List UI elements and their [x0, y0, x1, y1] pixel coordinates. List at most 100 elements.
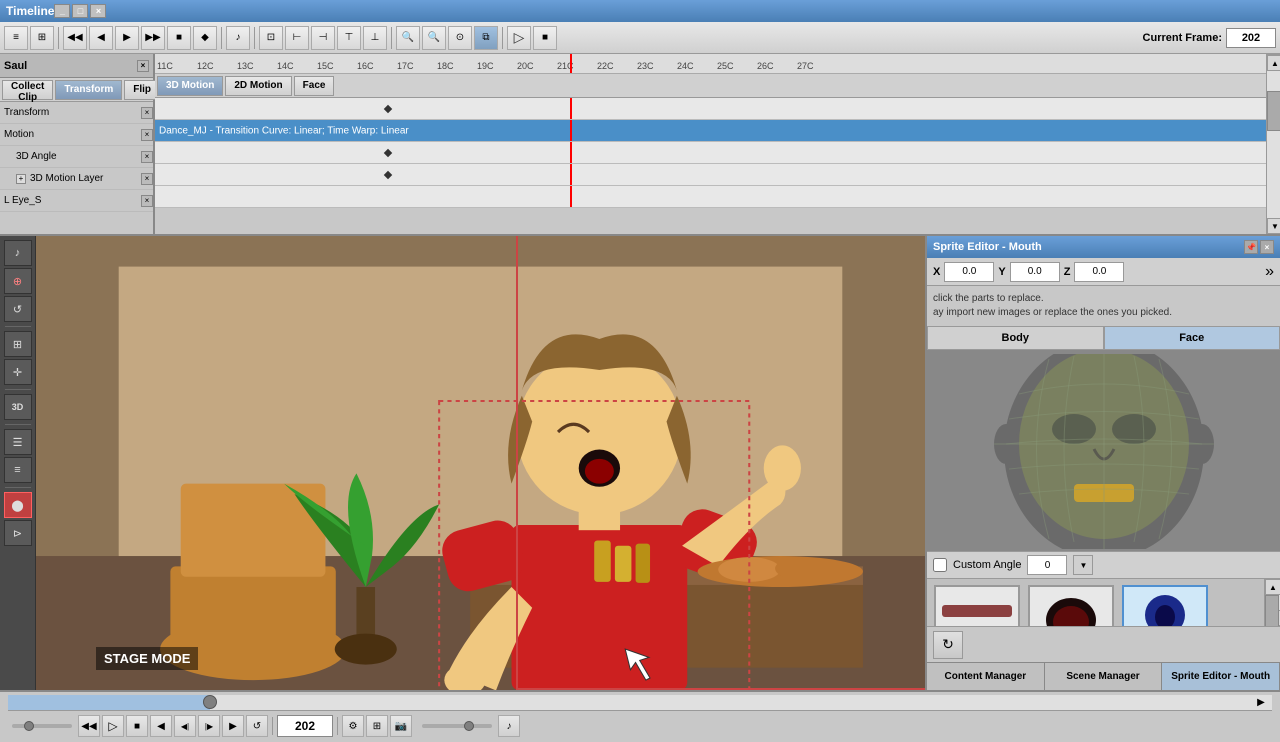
content-manager-tab[interactable]: Content Manager: [927, 663, 1045, 690]
pb-loop-btn[interactable]: ↺: [246, 715, 268, 737]
next-frame-button[interactable]: ▶: [115, 26, 139, 50]
stop2-button[interactable]: ■: [533, 26, 557, 50]
ruler-num-15: 25C: [717, 61, 734, 71]
ruler-num-6: 16C: [357, 61, 374, 71]
move-tool[interactable]: ✛: [4, 359, 32, 385]
sprite-24-oh[interactable]: 24_Oh: [1121, 585, 1209, 626]
3dmotion-close-btn[interactable]: ×: [141, 173, 153, 185]
list-tool[interactable]: ☰: [4, 429, 32, 455]
collect-clip-btn[interactable]: Collect Clip: [2, 80, 53, 100]
scroll-track[interactable]: [1267, 71, 1280, 218]
pb-next-frame-btn[interactable]: |▶: [198, 715, 220, 737]
zoom-slider[interactable]: [12, 724, 72, 728]
progress-thumb[interactable]: [203, 695, 217, 709]
pb-camera-btn[interactable]: 📷: [390, 715, 412, 737]
fast-forward-button[interactable]: ▶▶: [141, 26, 165, 50]
pb-audio-btn[interactable]: ♪: [498, 715, 520, 737]
out-mark-button[interactable]: ⊥: [363, 26, 387, 50]
panel-close-btn[interactable]: ×: [1260, 240, 1274, 254]
pb-stop-btn[interactable]: ■: [126, 715, 148, 737]
sprite-scroll-track[interactable]: [1265, 595, 1280, 610]
maximize-button[interactable]: □: [72, 4, 88, 18]
pb-next-btn[interactable]: ▶: [222, 715, 244, 737]
face-tab[interactable]: Face: [1104, 326, 1280, 350]
pb-frame-display[interactable]: [277, 715, 333, 737]
minimize-button[interactable]: _: [54, 4, 70, 18]
leyes-close-btn[interactable]: ×: [141, 195, 153, 207]
face-btn[interactable]: Face: [294, 76, 335, 96]
x-input[interactable]: [944, 262, 994, 282]
frame-range-button[interactable]: ⊡: [259, 26, 283, 50]
zoom-slider-thumb[interactable]: [24, 721, 34, 731]
in-mark-button[interactable]: ⊤: [337, 26, 361, 50]
rotate-tool[interactable]: ↺: [4, 296, 32, 322]
sprite-22-normal[interactable]: 22_Normal: [933, 585, 1021, 626]
panel-pin-btn[interactable]: 📌: [1244, 240, 1258, 254]
pb-grid-btn[interactable]: ⊞: [366, 715, 388, 737]
tool-sep3: [5, 424, 31, 425]
left-tools: ♪ ⊕ ↺ ⊞ ✛ 3D ☰ ≡ ⬤ ⊳: [0, 236, 36, 690]
motion-close-btn[interactable]: ×: [141, 129, 153, 141]
current-frame-input[interactable]: [1226, 28, 1276, 48]
zoom-fit-button[interactable]: ⊙: [448, 26, 472, 50]
scene-manager-tab[interactable]: Scene Manager: [1045, 663, 1163, 690]
bone-tool[interactable]: ⊕: [4, 268, 32, 294]
3d-motion-btn[interactable]: 3D Motion: [157, 76, 223, 96]
3d-tool[interactable]: 3D: [4, 394, 32, 420]
pb-rewind-btn[interactable]: ◀◀: [78, 715, 100, 737]
record-button[interactable]: ◆: [193, 26, 217, 50]
play-button[interactable]: ▷: [507, 26, 531, 50]
volume-slider-thumb[interactable]: [464, 721, 474, 731]
body-tab[interactable]: Body: [927, 326, 1104, 350]
progress-fill: [8, 695, 210, 710]
sprite-scroll-up[interactable]: ▲: [1265, 579, 1280, 595]
scroll-thumb[interactable]: [1267, 91, 1280, 131]
stop-button[interactable]: ■: [167, 26, 191, 50]
record-tool[interactable]: ⬤: [4, 492, 32, 518]
audio-button[interactable]: ♪: [226, 26, 250, 50]
pb-play-btn[interactable]: ▷: [102, 715, 124, 737]
scroll-up-btn[interactable]: ▲: [1267, 55, 1280, 71]
sprite-editor-mouth-tab[interactable]: Sprite Editor - Mouth: [1162, 663, 1280, 690]
refresh-button[interactable]: ↻: [933, 631, 963, 659]
close-button[interactable]: ×: [90, 4, 106, 18]
z-input[interactable]: [1074, 262, 1124, 282]
expand-btn[interactable]: »: [1265, 263, 1274, 281]
pb-prev-btn[interactable]: ◀: [150, 715, 172, 737]
2d-motion-btn[interactable]: 2D Motion: [225, 76, 291, 96]
transform-tool[interactable]: ⊞: [4, 331, 32, 357]
grid-button[interactable]: ⊞: [30, 26, 54, 50]
right-panel: Sprite Editor - Mouth 📌 × X Y Z » click …: [925, 236, 1280, 690]
layers-tool[interactable]: ≡: [4, 457, 32, 483]
pb-settings-btn[interactable]: ⚙: [342, 715, 364, 737]
rewind-button[interactable]: ◀◀: [63, 26, 87, 50]
sprite-scroll-thumb[interactable]: [1265, 595, 1279, 626]
pb-prev-frame-btn[interactable]: ◀|: [174, 715, 196, 737]
scroll-down-btn[interactable]: ▼: [1267, 218, 1280, 234]
loop-button[interactable]: ⧉: [474, 26, 498, 50]
menu-button[interactable]: ≡: [4, 26, 28, 50]
transform-btn[interactable]: Transform: [55, 80, 122, 100]
transform-close-btn[interactable]: ×: [141, 107, 153, 119]
progress-track[interactable]: ▶: [8, 695, 1272, 711]
sprite-23-ah-i[interactable]: 23_Ah_I: [1027, 585, 1115, 626]
angle-dropdown-btn[interactable]: ▼: [1073, 555, 1093, 575]
volume-slider[interactable]: [422, 724, 492, 728]
progress-end-btn[interactable]: ▶: [1254, 695, 1268, 710]
out-point-button[interactable]: ⊣: [311, 26, 335, 50]
music-tool[interactable]: ♪: [4, 240, 32, 266]
angle-input[interactable]: [1027, 555, 1067, 575]
in-point-button[interactable]: ⊢: [285, 26, 309, 50]
prev-frame-button[interactable]: ◀: [89, 26, 113, 50]
y-input[interactable]: [1010, 262, 1060, 282]
play-tool[interactable]: ⊳: [4, 520, 32, 546]
sprite-24-thumb: [1122, 585, 1208, 626]
zoom-out-button[interactable]: 🔍: [422, 26, 446, 50]
3dmotion-expand-btn[interactable]: +: [16, 174, 26, 184]
zoom-in-button[interactable]: 🔍: [396, 26, 420, 50]
tracks-scrollbar[interactable]: ▲ ▼: [1266, 54, 1280, 234]
window-controls: _ □ ×: [54, 4, 106, 18]
3dangle-close-btn[interactable]: ×: [141, 151, 153, 163]
custom-angle-checkbox[interactable]: [933, 558, 947, 572]
saul-close-btn[interactable]: ×: [137, 60, 149, 72]
